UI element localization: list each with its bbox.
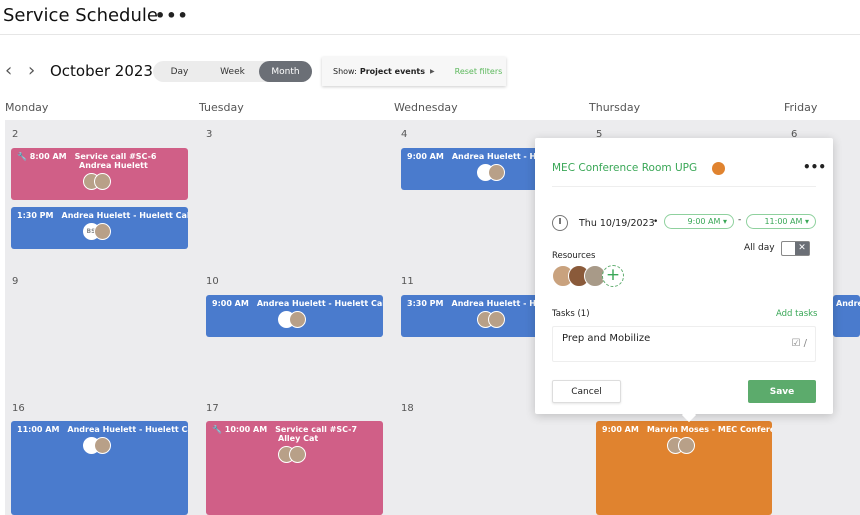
event-title: Andrea Huelett - Hu bbox=[451, 152, 541, 161]
event-card[interactable]: 🔧 10:00 AM Service call #SC-7 Alley Cat bbox=[206, 421, 383, 515]
event-card[interactable]: 9:00 AM Marvin Moses - MEC Confere... bbox=[596, 421, 772, 515]
task-name: Prep and Mobilize bbox=[562, 333, 651, 344]
all-day-label: All day bbox=[744, 243, 775, 253]
day-header: Tuesday bbox=[199, 101, 244, 114]
reset-filters-link[interactable]: Reset filters bbox=[455, 67, 503, 76]
task-item[interactable]: Prep and Mobilize ☑ / bbox=[552, 326, 816, 362]
page-title: Service Schedule bbox=[3, 5, 158, 26]
task-checkbox-icon[interactable]: ☑ / bbox=[791, 338, 807, 349]
caret-right-icon: ▶ bbox=[430, 68, 435, 75]
avatar bbox=[488, 311, 505, 328]
event-time: 1:30 PM bbox=[17, 211, 54, 220]
event-title: Andrea Huelett - Hue bbox=[451, 299, 541, 308]
event-date[interactable]: Thu 10/19/2023 bbox=[579, 218, 655, 229]
event-subtitle: Andrea Huelett bbox=[79, 161, 148, 170]
event-time: 11:00 AM bbox=[17, 425, 60, 434]
event-time: 9:00 AM bbox=[602, 425, 639, 434]
color-picker[interactable] bbox=[712, 162, 725, 175]
day-header: Friday bbox=[784, 101, 818, 114]
more-options-button[interactable]: ••• bbox=[155, 6, 189, 25]
avatar bbox=[488, 164, 505, 181]
day-header: Wednesday bbox=[394, 101, 458, 114]
cancel-button[interactable]: Cancel bbox=[552, 380, 621, 403]
add-tasks-link[interactable]: Add tasks bbox=[776, 309, 817, 319]
clock-icon bbox=[552, 215, 568, 231]
avatar bbox=[288, 446, 306, 463]
avatar-group bbox=[602, 437, 766, 454]
avatar-group bbox=[407, 164, 535, 181]
event-card[interactable]: Andre bbox=[833, 295, 860, 337]
day-number[interactable]: 4 bbox=[401, 129, 407, 140]
day-number[interactable]: 17 bbox=[206, 403, 219, 414]
event-popup: MEC Conference Room UPG ••• Thu 10/19/20… bbox=[535, 138, 833, 414]
day-number[interactable]: 9 bbox=[12, 276, 18, 287]
avatar-group: BS bbox=[17, 223, 182, 240]
divider bbox=[0, 34, 860, 35]
current-month: October 2023 bbox=[50, 62, 153, 80]
event-title-field[interactable]: MEC Conference Room UPG bbox=[552, 162, 697, 174]
event-subtitle: Alley Cat bbox=[278, 434, 319, 443]
event-title: Marvin Moses - MEC Confere... bbox=[646, 425, 772, 434]
day-header: Thursday bbox=[589, 101, 641, 114]
end-time: 11:00 AM bbox=[764, 217, 803, 226]
start-time-dropdown[interactable]: 9:00 AM ▾ bbox=[664, 214, 734, 229]
tab-day[interactable]: Day bbox=[153, 61, 206, 82]
event-title: Andre bbox=[836, 299, 860, 308]
day-number[interactable]: 3 bbox=[206, 129, 212, 140]
tasks-label: Tasks (1) bbox=[552, 309, 590, 319]
day-number[interactable]: 11 bbox=[401, 276, 414, 287]
end-time-dropdown[interactable]: 11:00 AM ▾ bbox=[746, 214, 816, 229]
event-time: 3:30 PM bbox=[407, 299, 444, 308]
avatar-group bbox=[17, 173, 182, 190]
next-month-button[interactable]: › bbox=[28, 60, 35, 81]
event-card[interactable]: 11:00 AM Andrea Huelett - Huelett Ca... bbox=[11, 421, 188, 515]
day-number[interactable]: 18 bbox=[401, 403, 414, 414]
event-time: 10:00 AM bbox=[224, 425, 268, 434]
avatar-group bbox=[212, 446, 377, 463]
avatar-group bbox=[407, 311, 535, 328]
avatar-group bbox=[212, 311, 377, 328]
view-switcher: Day Week Month bbox=[153, 61, 312, 82]
event-time: 9:00 AM bbox=[407, 152, 444, 161]
event-card[interactable]: 🔧 8:00 AM Service call #SC-6 Andrea Huele… bbox=[11, 148, 188, 200]
event-title: Andrea Huelett - Huelett Ca... bbox=[67, 425, 188, 434]
add-resource-icon[interactable]: + bbox=[602, 265, 624, 287]
avatar bbox=[93, 437, 111, 454]
avatar bbox=[288, 311, 306, 328]
show-filter-dropdown[interactable]: Project events bbox=[360, 67, 425, 76]
day-number[interactable]: 10 bbox=[206, 276, 219, 287]
show-label: Show: bbox=[333, 67, 357, 76]
tab-week[interactable]: Week bbox=[206, 61, 259, 82]
prev-month-button[interactable]: ‹ bbox=[5, 60, 12, 81]
avatar bbox=[93, 223, 111, 240]
event-time: 9:00 AM bbox=[212, 299, 249, 308]
wrench-icon: 🔧 bbox=[212, 425, 222, 434]
day-number[interactable]: 16 bbox=[12, 403, 25, 414]
event-card[interactable]: 3:30 PM Andrea Huelett - Hue bbox=[401, 295, 541, 337]
event-card[interactable]: 9:00 AM Andrea Huelett - Huelett Cab... bbox=[206, 295, 383, 337]
event-title: Service call #SC-6 bbox=[74, 152, 157, 161]
day-header: Monday bbox=[5, 101, 49, 114]
save-button[interactable]: Save bbox=[748, 380, 816, 403]
tab-month[interactable]: Month bbox=[259, 61, 312, 82]
event-card[interactable]: 9:00 AM Andrea Huelett - Hu bbox=[401, 148, 541, 190]
avatar-group bbox=[17, 437, 182, 454]
event-title: Andrea Huelett - Huelett Cabi... bbox=[61, 211, 188, 220]
resources-label: Resources bbox=[552, 251, 596, 261]
event-title: Service call #SC-7 bbox=[275, 425, 358, 434]
divider bbox=[552, 186, 816, 187]
avatar bbox=[678, 437, 695, 454]
more-options-button[interactable]: ••• bbox=[803, 160, 826, 174]
day-number[interactable]: 2 bbox=[12, 129, 18, 140]
resource-avatars: + bbox=[552, 265, 624, 287]
filter-bar: Show: Project events ▶ Reset filters bbox=[322, 57, 506, 86]
event-card[interactable]: 1:30 PMAndrea Huelett - Huelett Cabi... … bbox=[11, 207, 188, 249]
event-time: 8:00 AM bbox=[29, 152, 67, 161]
start-time: 9:00 AM bbox=[687, 217, 721, 226]
all-day-toggle[interactable]: ✕ bbox=[781, 241, 810, 256]
avatar bbox=[93, 173, 111, 190]
wrench-icon: 🔧 bbox=[17, 152, 27, 161]
event-title: Andrea Huelett - Huelett Cab... bbox=[256, 299, 383, 308]
